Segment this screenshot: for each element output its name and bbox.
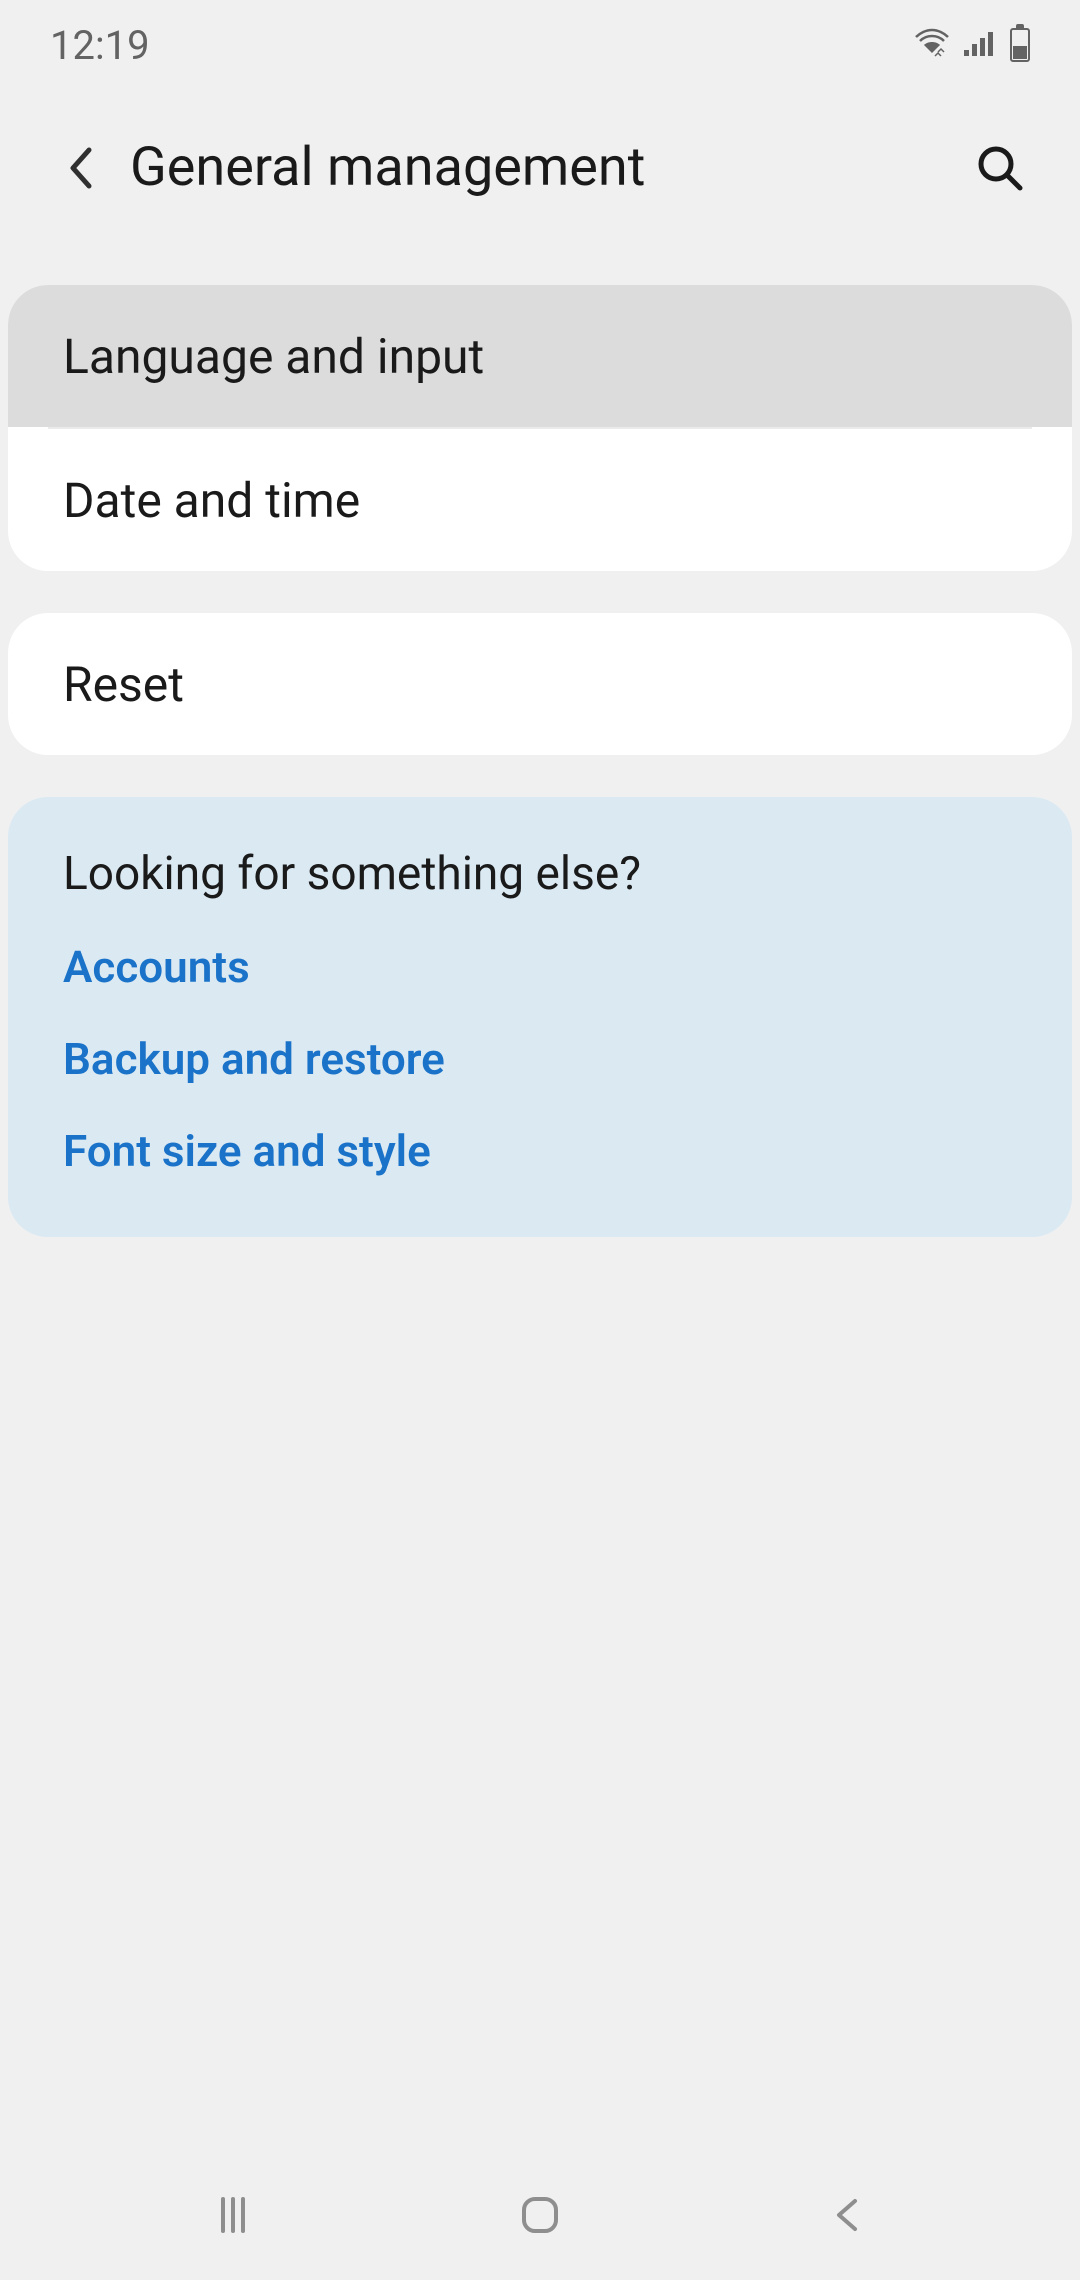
list-item-reset[interactable]: Reset bbox=[8, 613, 1072, 755]
home-icon bbox=[516, 2191, 564, 2239]
link-backup-and-restore[interactable]: Backup and restore bbox=[8, 1013, 1072, 1105]
recents-icon bbox=[211, 2193, 255, 2237]
chevron-left-icon bbox=[829, 2193, 865, 2237]
chevron-left-icon bbox=[65, 144, 95, 192]
back-button[interactable] bbox=[50, 138, 110, 198]
status-bar: 12:19 bbox=[0, 0, 1080, 90]
navigation-bar bbox=[0, 2150, 1080, 2280]
status-icons bbox=[914, 28, 1030, 62]
link-font-size-and-style[interactable]: Font size and style bbox=[8, 1105, 1072, 1197]
app-bar: General management bbox=[0, 90, 1080, 245]
nav-back-button[interactable] bbox=[807, 2175, 887, 2255]
home-button[interactable] bbox=[500, 2175, 580, 2255]
link-label: Accounts bbox=[63, 941, 250, 993]
search-button[interactable] bbox=[970, 138, 1030, 198]
suggestions-title: Looking for something else? bbox=[8, 817, 1072, 921]
list-item-label: Language and input bbox=[63, 328, 484, 385]
status-time: 12:19 bbox=[50, 22, 150, 69]
list-item-language-and-input[interactable]: Language and input bbox=[8, 285, 1072, 427]
recents-button[interactable] bbox=[193, 2175, 273, 2255]
page-title: General management bbox=[130, 136, 970, 199]
settings-group-1: Language and input Date and time bbox=[8, 285, 1072, 571]
settings-group-2: Reset bbox=[8, 613, 1072, 755]
list-item-label: Reset bbox=[63, 656, 184, 713]
search-icon bbox=[975, 143, 1025, 193]
link-accounts[interactable]: Accounts bbox=[8, 921, 1072, 1013]
link-label: Backup and restore bbox=[63, 1033, 445, 1085]
link-label: Font size and style bbox=[63, 1125, 431, 1177]
battery-icon bbox=[1010, 28, 1030, 62]
list-item-date-and-time[interactable]: Date and time bbox=[8, 429, 1072, 571]
list-item-label: Date and time bbox=[63, 472, 360, 529]
cellular-signal-icon bbox=[962, 28, 998, 62]
wifi-icon bbox=[914, 28, 950, 62]
suggestions-card: Looking for something else? Accounts Bac… bbox=[8, 797, 1072, 1237]
